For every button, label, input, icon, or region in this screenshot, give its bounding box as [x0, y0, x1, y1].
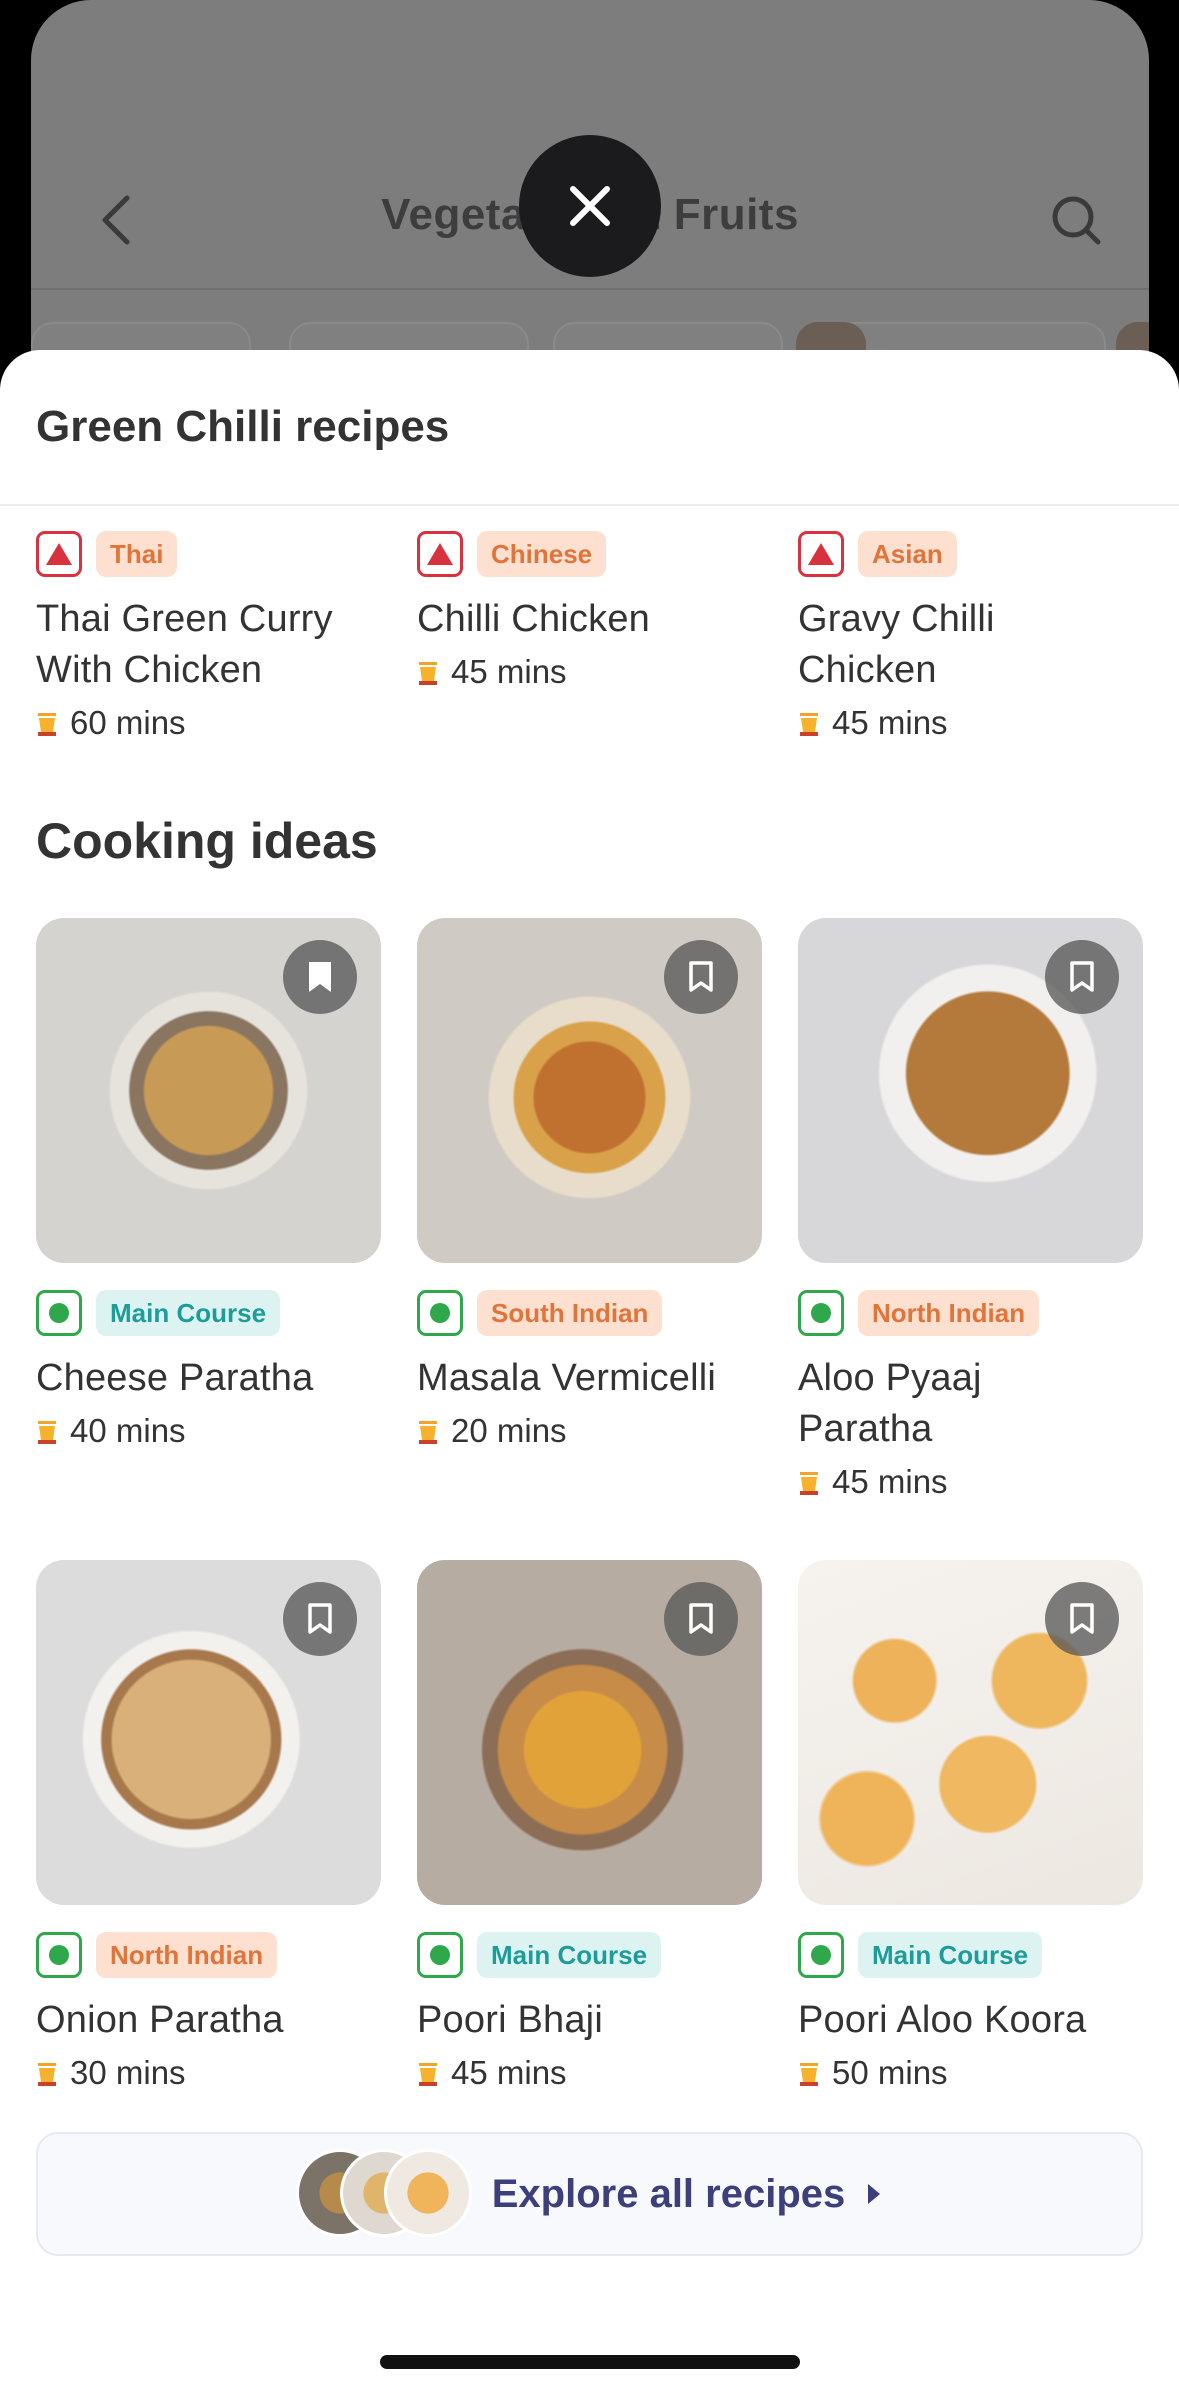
recipe-card[interactable]: Main Course Poori Aloo Koora 50 mins	[798, 1560, 1143, 2092]
home-indicator[interactable]	[380, 2355, 800, 2369]
veg-icon	[798, 1290, 844, 1336]
cook-time: 45 mins	[451, 2054, 567, 2091]
sheet-title: Green Chilli recipes	[36, 402, 450, 451]
recipe-name: Gravy Chilli Chicken	[798, 598, 995, 691]
cooking-pot-icon	[800, 1472, 818, 1495]
non-veg-icon	[798, 531, 844, 577]
recipe-image	[417, 918, 762, 1263]
bookmark-icon	[689, 1603, 713, 1634]
category-tag: North Indian	[96, 1932, 278, 1978]
cook-time: 45 mins	[832, 1463, 948, 1500]
explore-label: Explore all recipes	[491, 2171, 846, 2216]
close-button[interactable]	[519, 135, 661, 277]
recipe-card[interactable]: South Indian Masala Vermicelli 20 mins	[417, 918, 762, 1450]
close-icon	[570, 186, 610, 226]
category-tag: Main Course	[96, 1290, 281, 1336]
background-divider	[31, 288, 1149, 290]
bookmark-button[interactable]	[664, 940, 738, 1014]
cooking-pot-icon	[38, 1421, 56, 1444]
search-icon[interactable]	[1048, 192, 1104, 248]
cooking-pot-icon	[419, 662, 437, 685]
veg-icon	[417, 1932, 463, 1978]
recipe-card[interactable]: Main Course Poori Bhaji 45 mins	[417, 1560, 762, 2092]
recipe-name: Thai Green Curry With Chicken	[36, 598, 333, 691]
recipe-name: Poori Aloo Koora	[798, 1999, 1087, 2041]
cooking-pot-icon	[38, 2063, 56, 2086]
recipe-image	[798, 1560, 1143, 1905]
veg-icon	[417, 1290, 463, 1336]
recipe-image	[798, 918, 1143, 1263]
cook-time: 30 mins	[70, 2054, 186, 2091]
bookmark-button[interactable]	[664, 1582, 738, 1656]
recipe-name: Poori Bhaji	[417, 1999, 603, 2041]
recipe-image	[36, 918, 381, 1263]
category-tag: South Indian	[477, 1290, 663, 1336]
recipe-image	[36, 1560, 381, 1905]
non-veg-icon	[417, 531, 463, 577]
cuisine-tag: Chinese	[477, 531, 607, 577]
cook-time: 20 mins	[451, 1412, 567, 1449]
cooking-pot-icon	[800, 2063, 818, 2086]
veg-icon	[798, 1932, 844, 1978]
bookmark-icon	[1070, 1603, 1094, 1634]
bookmark-button[interactable]	[283, 940, 357, 1014]
recipe-name: Chilli Chicken	[417, 598, 650, 640]
bookmark-icon	[689, 961, 713, 992]
bookmark-icon	[308, 1603, 332, 1634]
cook-time: 50 mins	[832, 2054, 948, 2091]
recipes-sheet: Green Chilli recipes Thai Thai Green Cur…	[0, 350, 1179, 2396]
section-title: Cooking ideas	[36, 813, 378, 869]
bookmark-filled-icon	[309, 962, 331, 992]
bookmark-icon	[1070, 961, 1094, 992]
recipe-card[interactable]: North Indian Aloo Pyaaj Paratha 45 mins	[798, 918, 1143, 1501]
cooking-pot-icon	[38, 713, 56, 736]
recipe-name: Aloo Pyaaj Paratha	[798, 1357, 982, 1450]
cook-time: 45 mins	[832, 704, 948, 741]
recipe-thumbnail	[383, 2149, 472, 2237]
cooking-pot-icon	[419, 1421, 437, 1444]
recipe-name: Onion Paratha	[36, 1999, 284, 2041]
cook-time: 60 mins	[70, 704, 186, 741]
category-tag: Main Course	[858, 1932, 1043, 1978]
recipe-card[interactable]: Asian Gravy Chilli Chicken 45 mins	[798, 528, 1143, 742]
recipe-card[interactable]: North Indian Onion Paratha 30 mins	[36, 1560, 381, 2092]
category-tag: North Indian	[858, 1290, 1040, 1336]
recipe-card[interactable]: Chinese Chilli Chicken 45 mins	[417, 528, 762, 691]
recipe-card[interactable]: Main Course Cheese Paratha 40 mins	[36, 918, 381, 1450]
cook-time: 40 mins	[70, 1412, 186, 1449]
cooking-pot-icon	[419, 2063, 437, 2086]
cuisine-tag: Asian	[858, 531, 957, 577]
veg-icon	[36, 1932, 82, 1978]
sheet-header: Green Chilli recipes	[0, 350, 1179, 506]
cook-time: 45 mins	[451, 653, 567, 690]
recipe-card[interactable]: Thai Thai Green Curry With Chicken 60 mi…	[36, 528, 381, 742]
recipe-thumbnails	[295, 2149, 472, 2239]
bookmark-button[interactable]	[1045, 940, 1119, 1014]
bookmark-button[interactable]	[1045, 1582, 1119, 1656]
recipe-image	[417, 1560, 762, 1905]
caret-right-icon	[868, 2184, 881, 2204]
cooking-pot-icon	[800, 713, 818, 736]
non-veg-icon	[36, 531, 82, 577]
explore-all-recipes-button[interactable]: Explore all recipes	[36, 2132, 1143, 2256]
category-tag: Main Course	[477, 1932, 662, 1978]
recipe-name: Masala Vermicelli	[417, 1357, 717, 1399]
recipe-name: Cheese Paratha	[36, 1357, 314, 1399]
bookmark-button[interactable]	[283, 1582, 357, 1656]
veg-icon	[36, 1290, 82, 1336]
cuisine-tag: Thai	[96, 531, 178, 577]
